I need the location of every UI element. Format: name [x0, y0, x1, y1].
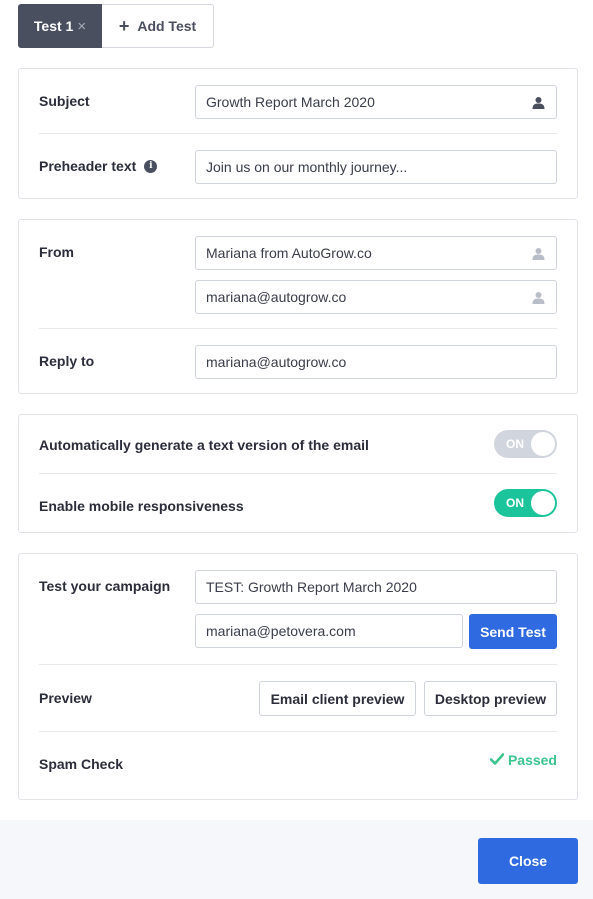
- from-label: From: [39, 244, 74, 260]
- test-email-input[interactable]: mariana@petovera.com: [195, 614, 463, 648]
- text-version-toggle-label: ON: [506, 437, 524, 451]
- user-icon[interactable]: [530, 94, 546, 110]
- modal-footer: Close: [0, 820, 593, 899]
- text-version-toggle[interactable]: ON: [494, 430, 557, 458]
- reply-to-label: Reply to: [39, 353, 94, 369]
- send-test-button[interactable]: Send Test: [469, 614, 557, 649]
- divider: [39, 731, 557, 732]
- mobile-responsive-toggle-label: ON: [506, 496, 524, 510]
- reply-to-value: mariana@autogrow.co: [206, 354, 347, 370]
- test-email-value: mariana@petovera.com: [206, 623, 356, 639]
- test-campaign-label: Test your campaign: [39, 578, 170, 594]
- test-campaign-label-text: Test your campaign: [39, 578, 171, 594]
- preview-label: Preview: [39, 690, 92, 706]
- mobile-responsive-toggle[interactable]: ON: [494, 489, 557, 517]
- subject-input[interactable]: Growth Report March 2020: [195, 85, 557, 119]
- close-button[interactable]: Close: [478, 838, 578, 884]
- from-email-value: mariana@autogrow.co: [206, 289, 347, 305]
- preheader-label-text: Preheader text: [39, 158, 137, 174]
- spam-check-status: Passed: [489, 752, 557, 768]
- from-name-value: Mariana from AutoGrow.co: [206, 245, 372, 261]
- subject-label: Subject: [39, 93, 90, 109]
- sender-card: From Mariana from AutoGrow.co mariana@au…: [18, 219, 578, 394]
- spam-check-status-text: Passed: [507, 752, 557, 768]
- test-tabs: Test 1 × + Add Test: [18, 4, 214, 48]
- spam-check-label-text: Spam Check: [39, 756, 124, 772]
- reply-to-input[interactable]: mariana@autogrow.co: [195, 345, 557, 379]
- subject-card: Subject Growth Report March 2020 Prehead…: [18, 68, 578, 199]
- tab-test-1-label: Test 1: [33, 18, 74, 34]
- test-campaign-card: Test your campaign TEST: Growth Report M…: [18, 553, 578, 800]
- preview-label-text: Preview: [39, 690, 92, 706]
- from-name-input[interactable]: Mariana from AutoGrow.co: [195, 236, 557, 270]
- toggle-knob: [531, 491, 555, 515]
- divider: [39, 473, 557, 474]
- from-label-text: From: [39, 244, 74, 260]
- user-icon[interactable]: [530, 245, 546, 261]
- subject-input-value: Growth Report March 2020: [206, 94, 375, 110]
- user-icon[interactable]: [530, 289, 546, 305]
- from-email-input[interactable]: mariana@autogrow.co: [195, 280, 557, 314]
- preheader-input-value: Join us on our monthly journey...: [206, 159, 408, 175]
- mobile-responsive-label: Enable mobile responsiveness: [39, 498, 244, 514]
- text-version-label-text: Automatically generate a text version of…: [39, 437, 369, 453]
- divider: [39, 664, 557, 665]
- test-subject-value: TEST: Growth Report March 2020: [206, 579, 417, 595]
- mobile-responsive-label-text: Enable mobile responsiveness: [39, 498, 244, 514]
- subject-label-text: Subject: [39, 93, 90, 109]
- info-icon[interactable]: i: [144, 159, 158, 173]
- reply-to-label-text: Reply to: [39, 353, 95, 369]
- desktop-preview-button[interactable]: Desktop preview: [424, 681, 557, 716]
- email-client-preview-button[interactable]: Email client preview: [259, 681, 416, 716]
- text-version-label: Automatically generate a text version of…: [39, 437, 369, 453]
- add-test-button[interactable]: + Add Test: [102, 4, 214, 48]
- spam-check-label: Spam Check: [39, 756, 123, 772]
- check-icon: [489, 752, 505, 768]
- preheader-input[interactable]: Join us on our monthly journey...: [195, 150, 557, 184]
- add-test-label: Add Test: [137, 18, 197, 34]
- toggle-knob: [531, 432, 555, 456]
- divider: [39, 328, 557, 329]
- tab-test-1[interactable]: Test 1 ×: [18, 4, 102, 48]
- test-subject-input[interactable]: TEST: Growth Report March 2020: [195, 570, 557, 604]
- close-icon[interactable]: ×: [77, 18, 86, 35]
- preheader-label: Preheader text i: [39, 158, 158, 174]
- divider: [39, 133, 557, 134]
- plus-icon: +: [118, 16, 130, 36]
- options-card: Automatically generate a text version of…: [18, 414, 578, 533]
